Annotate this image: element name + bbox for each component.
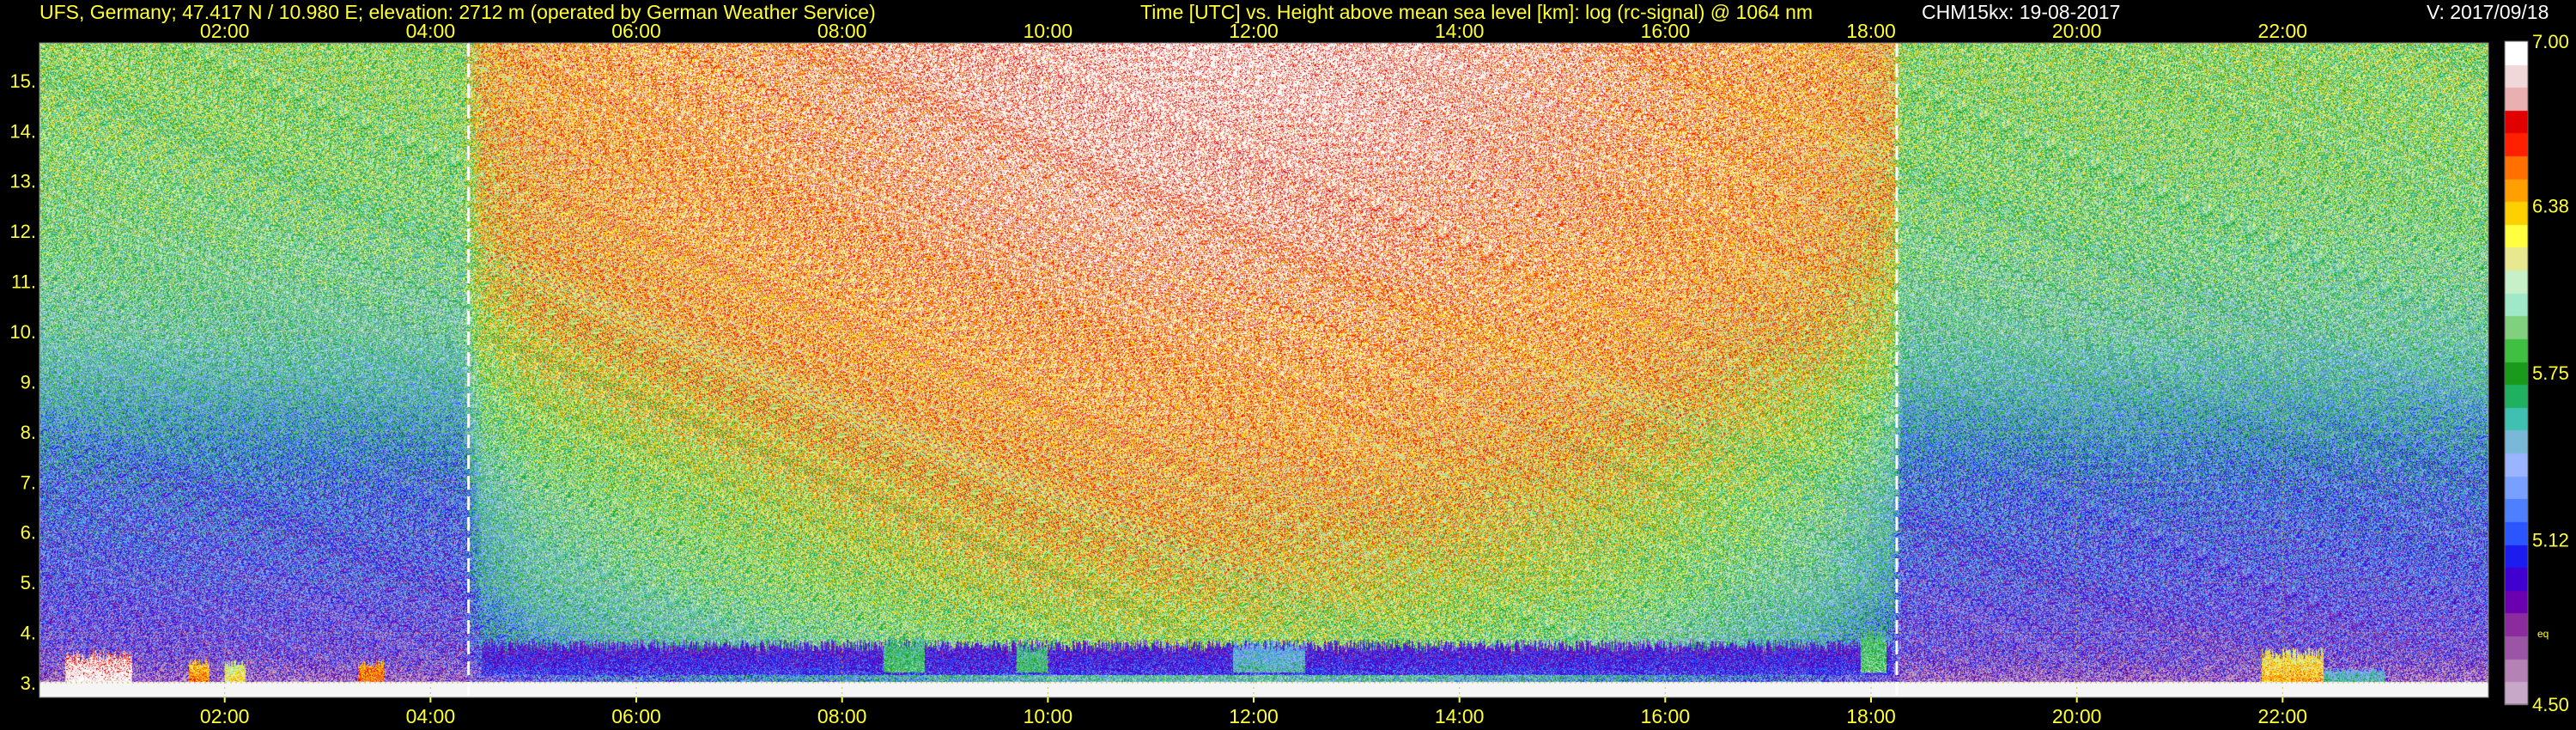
- y-tick-label: 5.: [21, 572, 36, 593]
- x-tick-label-bottom: 02:00: [200, 705, 250, 727]
- y-tick-label: 15.: [9, 70, 36, 92]
- x-tick-label-bottom: 12:00: [1229, 705, 1279, 727]
- colorbar-frame: [2504, 40, 2529, 705]
- y-tick-label: 8.: [21, 422, 36, 443]
- colorbar-tick-label: 7.00: [2532, 31, 2569, 52]
- x-tick-label-bottom: 20:00: [2052, 705, 2102, 727]
- station-info: UFS, Germany; 47.417 N / 10.980 E; eleva…: [39, 1, 876, 23]
- instrument-date: CHM15kx: 19-08-2017: [1922, 1, 2121, 23]
- y-tick-label: 3.: [21, 672, 36, 694]
- x-tick-label-bottom: 08:00: [817, 705, 867, 727]
- y-tick-label: 12.: [9, 221, 36, 242]
- x-tick-label-top: 18:00: [1846, 20, 1896, 42]
- x-tick-label-bottom: 18:00: [1846, 705, 1896, 727]
- colorbar-tick-label: 5.75: [2532, 362, 2569, 384]
- x-tick-label-top: 10:00: [1024, 20, 1073, 42]
- ceilometer-quicklook: { "header": { "station": "UFS, Germany; …: [0, 0, 2576, 730]
- y-tick-label: 10.: [9, 321, 36, 343]
- colorbar-tick-label: 4.50: [2532, 694, 2569, 715]
- x-tick-label-bottom: 14:00: [1435, 705, 1485, 727]
- y-tick-label: 6.: [21, 522, 36, 544]
- x-tick-label-bottom: 16:00: [1641, 705, 1691, 727]
- colorbar-tick-label: 6.38: [2532, 195, 2569, 216]
- x-tick-label-top: 22:00: [2258, 20, 2308, 42]
- plot-frame: [39, 42, 2489, 698]
- colorbar-extra-label: eq: [2537, 628, 2549, 640]
- plot-title: Time [UTC] vs. Height above mean sea lev…: [1140, 1, 1814, 23]
- x-tick-label-bottom: 10:00: [1024, 705, 1073, 727]
- y-tick-label: 7.: [21, 471, 36, 493]
- y-tick-label: 11.: [11, 271, 36, 293]
- x-tick-label-bottom: 04:00: [406, 705, 456, 727]
- y-tick-label: 13.: [9, 171, 36, 192]
- version-label: V: 2017/09/18: [2427, 1, 2549, 23]
- chart-overlay: 02:0002:0004:0004:0006:0006:0008:0008:00…: [9, 20, 2569, 727]
- y-tick-label: 9.: [21, 371, 36, 392]
- colorbar-tick-label: 5.12: [2532, 530, 2569, 551]
- x-tick-label-bottom: 06:00: [611, 705, 661, 727]
- y-tick-label: 4.: [21, 623, 36, 644]
- y-tick-label: 14.: [9, 120, 36, 142]
- x-tick-label-bottom: 22:00: [2258, 705, 2308, 727]
